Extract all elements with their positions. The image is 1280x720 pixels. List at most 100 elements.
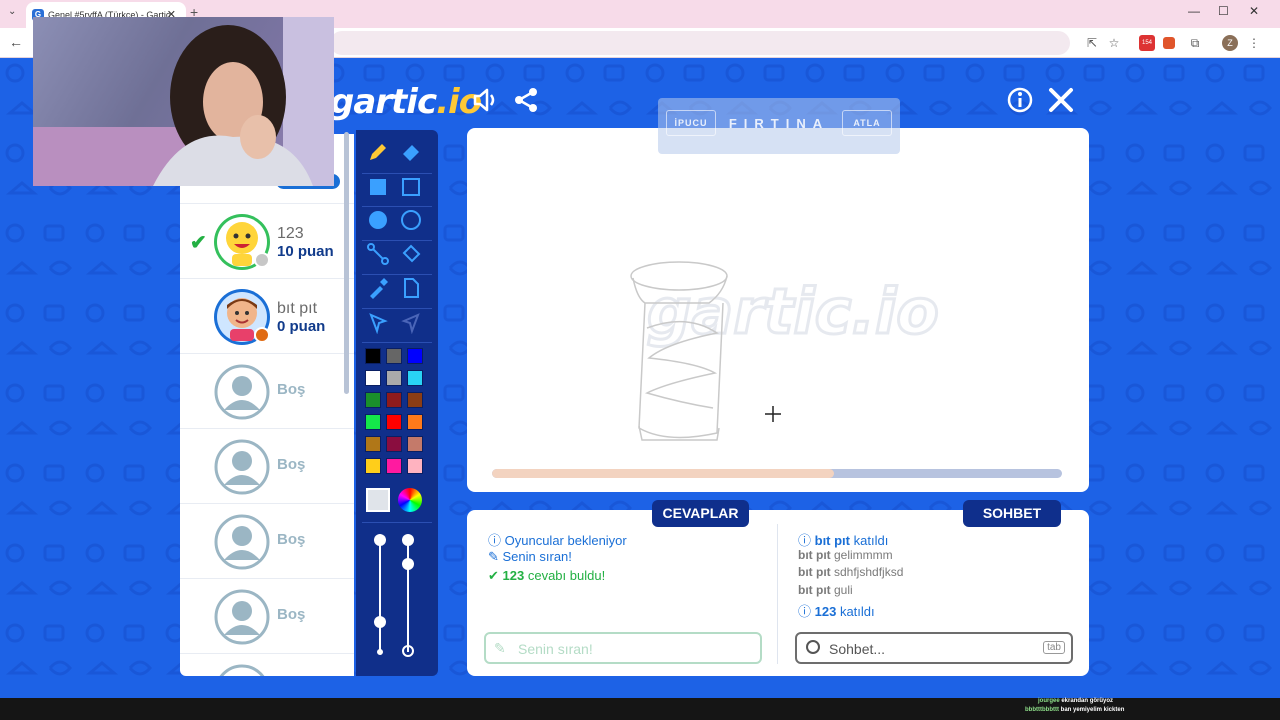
streamer-photo — [33, 17, 334, 186]
bookmark-star-icon[interactable]: ☆ — [1106, 35, 1122, 51]
color-swatch[interactable] — [407, 458, 423, 474]
empty-slot: Boş — [180, 429, 354, 504]
empty-avatar-icon — [214, 589, 270, 645]
color-swatch[interactable] — [386, 436, 402, 452]
current-color-swatch[interactable] — [366, 488, 390, 512]
player-name: bıt pıt — [277, 300, 318, 317]
color-swatch[interactable] — [365, 414, 381, 430]
word-to-draw: FIRTINA — [728, 116, 830, 131]
color-swatch[interactable] — [407, 348, 423, 364]
color-swatch[interactable] — [386, 392, 402, 408]
color-swatch[interactable] — [386, 370, 402, 386]
share-icon[interactable] — [513, 86, 543, 116]
answer-message: ⓘ Oyuncular bekleniyor — [488, 533, 627, 548]
empty-avatar-icon — [214, 664, 270, 676]
back-arrow-icon[interactable]: ← — [9, 34, 23, 50]
timer-progress-bar — [492, 469, 1062, 478]
player-list-scrollbar[interactable] — [344, 132, 349, 394]
stream-chat-line: bbbtttbbbttt ban yemiyelim kickten — [1025, 707, 1125, 713]
hint-button[interactable]: İPUCU — [666, 110, 716, 136]
info-icon[interactable] — [1006, 86, 1036, 116]
empty-avatar-icon — [214, 439, 270, 495]
player-name: 123 — [277, 225, 304, 242]
color-swatch[interactable] — [365, 348, 381, 364]
empty-slot-label: Boş — [277, 606, 306, 623]
chat-message: bıt pıt gelimmmm — [798, 548, 893, 562]
drawing-sketch: gartic.io — [630, 261, 940, 441]
empty-avatar-icon — [214, 364, 270, 420]
new-page-tool-icon[interactable] — [399, 276, 423, 300]
player-row-1[interactable]: ✔ 123 10 puan — [180, 204, 354, 279]
empty-slot: Boş — [180, 579, 354, 654]
chat-message: bıt pıt guli — [798, 583, 853, 597]
player-score: 0 puan — [277, 318, 326, 335]
answer-message: ✎ Senin sıran! — [488, 549, 572, 564]
chat-header: SOHBET — [963, 500, 1061, 527]
profile-avatar[interactable]: Z — [1222, 35, 1238, 51]
puzzle-icon[interactable]: ⧉ — [1187, 35, 1203, 51]
sound-icon[interactable] — [472, 86, 502, 116]
color-swatch[interactable] — [386, 414, 402, 430]
webcam-overlay — [33, 17, 334, 186]
minimize-icon[interactable]: — — [1188, 4, 1200, 18]
chat-message: bıt pıt sdhfjshdfjksd — [798, 565, 904, 579]
line-tool-icon[interactable] — [366, 242, 390, 266]
canvas-watermark-logo: gartic.io — [647, 275, 939, 348]
timer-progress-fill — [492, 469, 834, 478]
pencil-tool-icon[interactable] — [366, 140, 390, 164]
extension-icon[interactable] — [1163, 37, 1175, 49]
word-hint-banner: İPUCU FIRTINA ATLA — [658, 98, 900, 154]
empty-slot: Boş — [180, 504, 354, 579]
window-close-icon[interactable]: ✕ — [1249, 4, 1259, 18]
search-icon — [805, 639, 821, 658]
maximize-icon[interactable]: ☐ — [1218, 4, 1229, 18]
install-app-icon[interactable]: ⇱ — [1084, 35, 1100, 51]
undo-tool-icon[interactable] — [366, 310, 390, 335]
answers-header: CEVAPLAR — [652, 500, 749, 527]
extension-badge-icon[interactable]: 154 — [1139, 35, 1155, 51]
eyedropper-tool-icon[interactable] — [366, 276, 390, 300]
color-swatch[interactable] — [407, 392, 423, 408]
fill-bucket-tool-icon[interactable] — [399, 242, 423, 266]
color-swatch[interactable] — [407, 370, 423, 386]
skip-button[interactable]: ATLA — [842, 110, 892, 136]
color-swatch[interactable] — [365, 458, 381, 474]
rect-outline-tool-icon[interactable] — [399, 175, 423, 199]
exit-close-icon[interactable] — [1047, 86, 1077, 116]
color-wheel-icon[interactable] — [398, 488, 422, 512]
info-icon: ⓘ — [798, 604, 815, 619]
stream-chat-bar: jourgee ekrandan görüyoz bbbtttbbbttt ba… — [0, 698, 1280, 720]
info-icon: ⓘ — [798, 533, 815, 548]
filled-rect-tool-icon[interactable] — [366, 175, 390, 199]
player-list: Oda Sahibi ✔ 123 10 puan bıt pıt 0 puan … — [180, 134, 354, 676]
pencil-icon: ✎ — [494, 640, 506, 656]
pencil-icon: ✎ — [488, 549, 503, 564]
drawing-canvas[interactable]: gartic.io — [467, 128, 1089, 492]
color-swatch[interactable] — [386, 458, 402, 474]
color-swatch[interactable] — [407, 436, 423, 452]
empty-slot: Boş — [180, 354, 354, 429]
chat-message: ⓘ 123 katıldı — [798, 604, 875, 619]
tab-search-icon[interactable]: ⌄ — [8, 6, 16, 17]
crosshair-cursor — [765, 406, 781, 422]
url-field[interactable] — [330, 31, 1070, 55]
empty-slot — [180, 654, 354, 676]
check-icon: ✔ — [190, 232, 207, 254]
answer-message: ✔ 123 cevabı buldu! — [488, 568, 606, 583]
tab-key-hint: tab — [1043, 641, 1065, 654]
eraser-tool-icon[interactable] — [399, 140, 423, 164]
circle-outline-tool-icon[interactable] — [399, 208, 423, 232]
chat-input[interactable]: Sohbet... tab — [795, 632, 1073, 664]
player-status-dot — [254, 327, 270, 343]
player-row-2[interactable]: bıt pıt 0 puan — [180, 279, 354, 354]
check-icon: ✔ — [488, 568, 503, 583]
color-swatch[interactable] — [365, 370, 381, 386]
color-swatch[interactable] — [365, 436, 381, 452]
color-swatch[interactable] — [386, 348, 402, 364]
color-swatch[interactable] — [407, 414, 423, 430]
redo-tool-icon[interactable] — [399, 310, 423, 335]
filled-circle-tool-icon[interactable] — [366, 208, 390, 232]
color-swatch[interactable] — [365, 392, 381, 408]
answer-input[interactable]: ✎ Senin sıran! — [484, 632, 762, 664]
menu-kebab-icon[interactable]: ⋮ — [1246, 35, 1262, 51]
